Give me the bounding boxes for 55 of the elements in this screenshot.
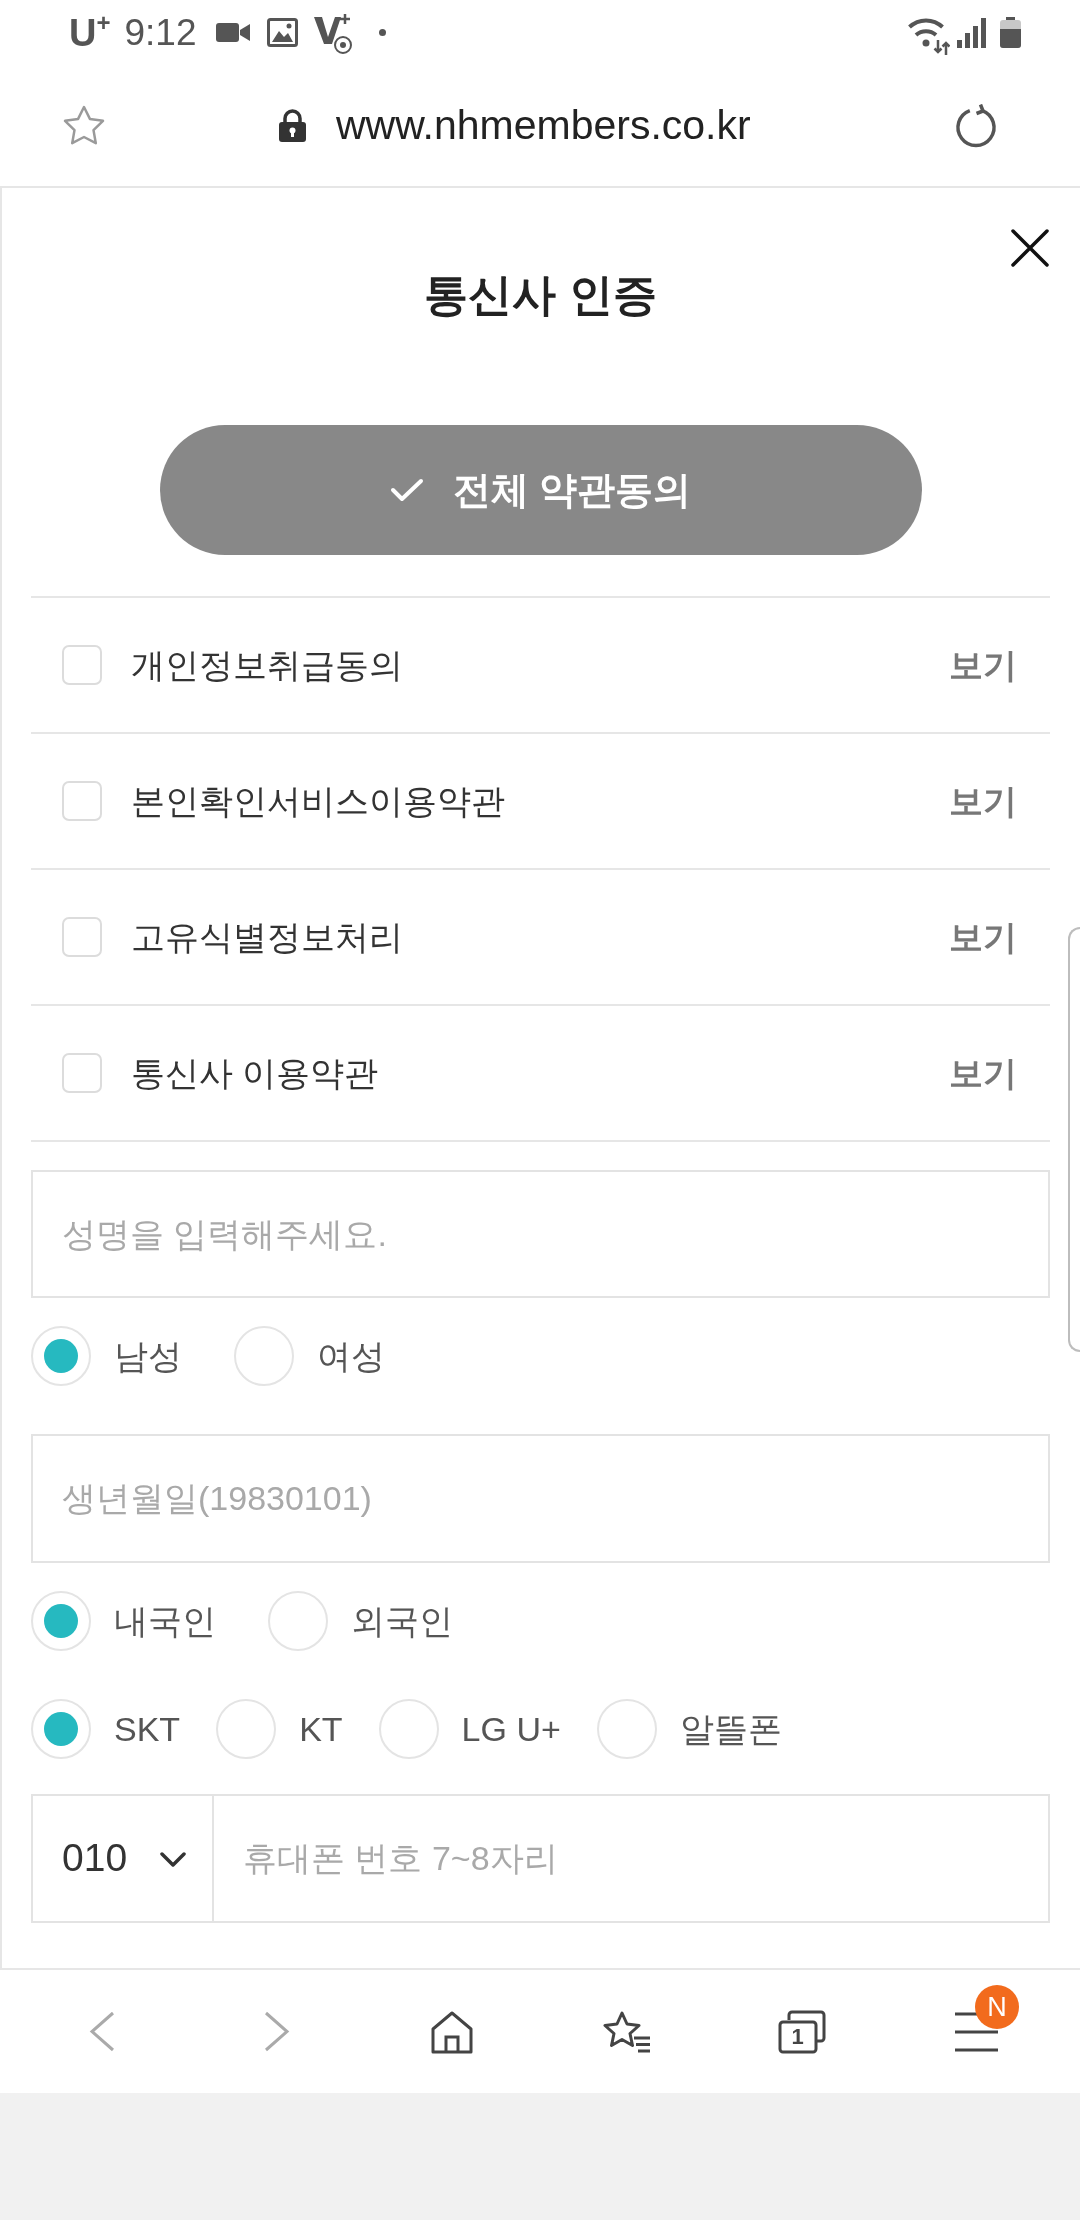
checkbox[interactable] [62, 645, 102, 685]
checkbox[interactable] [62, 917, 102, 957]
radio-label: LG U+ [461, 1708, 561, 1750]
radio-button[interactable] [596, 1699, 657, 1759]
radio-button[interactable] [234, 1326, 294, 1386]
close-icon[interactable] [1010, 228, 1050, 268]
term-label: 개인정보취급동의 [131, 644, 403, 686]
url-text[interactable]: www.nhmembers.co.kr [336, 94, 751, 157]
view-link[interactable]: 보기 [949, 775, 1017, 827]
agree-all-button[interactable]: 전체 약관동의 [159, 425, 922, 555]
edge-panel-handle[interactable] [1068, 927, 1080, 1352]
checkbox[interactable] [62, 1053, 102, 1093]
radio-button[interactable] [31, 1699, 91, 1759]
radio-label: 내국인 [114, 1600, 216, 1642]
image-icon [267, 18, 299, 47]
carrier-label: U$^{+}$ [69, 13, 111, 52]
view-link[interactable]: 보기 [949, 1047, 1017, 1099]
star-list-icon[interactable] [602, 2009, 651, 2054]
forward-icon[interactable] [263, 2011, 290, 2052]
check-icon [389, 478, 424, 502]
term-label: 고유식별정보처리 [131, 916, 403, 958]
lock-icon [278, 109, 307, 142]
radio-label: 외국인 [351, 1600, 453, 1642]
radio-button[interactable] [216, 1699, 277, 1759]
dot-icon [379, 29, 387, 36]
radio-button[interactable] [31, 1326, 91, 1386]
radio-label: KT [299, 1708, 343, 1750]
view-link[interactable]: 보기 [949, 639, 1017, 691]
signal-icon [957, 17, 986, 48]
radio-button[interactable] [378, 1699, 439, 1759]
refresh-icon[interactable] [953, 103, 999, 148]
term-label: 본인확인서비스이용약관 [131, 780, 505, 822]
radio-label: 알뜰폰 [679, 1708, 782, 1750]
status-time: 9:12 [124, 14, 197, 51]
checkbox[interactable] [62, 781, 102, 821]
back-icon[interactable] [88, 2011, 115, 2052]
radio-button[interactable] [31, 1591, 91, 1651]
birth-date-input[interactable]: 생년월일(19830101) [31, 1434, 1050, 1563]
radio-label: 남성 [114, 1335, 182, 1377]
chevron-down-icon [160, 1850, 186, 1867]
tabs-button[interactable]: 1 [777, 2009, 826, 2054]
dialog-title: 통신사 인증 [424, 269, 657, 321]
name-input[interactable]: 성명을 입력해주세요. [31, 1170, 1050, 1298]
battery-icon [1000, 17, 1021, 48]
radio-label: SKT [114, 1708, 181, 1750]
prefix-dropdown[interactable]: 010 [31, 1794, 214, 1923]
term-label: 통신사 이용약관 [131, 1052, 379, 1094]
phone-number-input[interactable]: 휴대폰 번호 7~8자리 [214, 1794, 1050, 1923]
notification-badge: N [975, 1984, 1019, 2029]
tabs-icon [777, 2009, 826, 2054]
radio-button[interactable] [268, 1591, 328, 1651]
home-icon[interactable] [429, 2009, 474, 2054]
video-camera-icon [216, 22, 251, 43]
view-link[interactable]: 보기 [949, 911, 1017, 963]
radio-label: 여성 [317, 1335, 385, 1377]
